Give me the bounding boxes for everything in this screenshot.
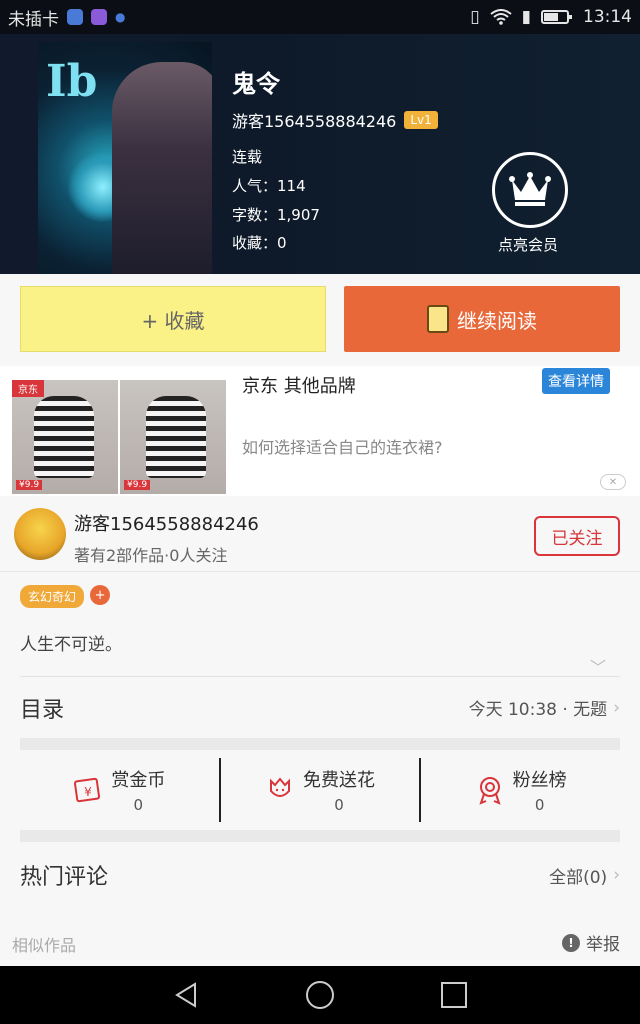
catalog-row[interactable]: 目录 今天 10:38 · 无题 ›	[20, 676, 620, 738]
divider	[20, 738, 620, 750]
report-button[interactable]: ! 举报	[562, 930, 620, 955]
reward-value: 0	[133, 796, 144, 814]
report-label: 举报	[586, 935, 620, 955]
flower-icon	[270, 777, 290, 797]
message-icon: ●	[115, 10, 126, 24]
vip-label[interactable]: 点亮会员	[498, 234, 558, 255]
chevron-right-icon: ›	[613, 865, 620, 885]
warning-icon: !	[562, 933, 580, 952]
medal-icon	[479, 777, 501, 805]
latest-chapter-text: 今天 10:38 · 无题	[468, 700, 608, 720]
ad-product-photo-2: ¥9.9	[120, 380, 226, 494]
fan-ranking-value: 0	[534, 796, 545, 814]
similar-works-label: 相似作品	[12, 936, 77, 955]
sim-icon: ▮	[521, 7, 531, 27]
continue-reading-label: 继续阅读	[457, 308, 537, 333]
ad-image[interactable]: 京东 ¥9.9 ¥9.9	[12, 380, 226, 494]
vibrate-icon: ▯	[470, 7, 480, 27]
flower-value: 0	[334, 796, 344, 814]
jd-tag: 京东	[12, 380, 44, 397]
ad-price-2: ¥9.9	[124, 480, 151, 490]
system-nav-bar	[0, 966, 640, 1024]
clock-text: 13:14	[583, 7, 632, 27]
red-envelope-icon: ¥	[74, 777, 101, 803]
author-name: 游客1564558884246	[232, 112, 397, 131]
ad-close-icon[interactable]: ✕	[600, 474, 626, 490]
catalog-title: 目录	[20, 697, 65, 723]
collection-stat: 收藏：0	[232, 234, 287, 252]
book-cover[interactable]: Ib	[38, 42, 212, 274]
cover-logo: Ib	[46, 56, 98, 107]
flower-label: 免费送花	[303, 770, 375, 791]
reward-label: 赏金币	[111, 770, 166, 791]
divider	[20, 830, 620, 842]
hot-comments-title: 热门评论	[20, 865, 109, 890]
word-count-stat: 字数：1,907	[232, 206, 320, 224]
book-icon	[427, 305, 449, 333]
author-card-name: 游客1564558884246	[74, 514, 259, 535]
send-flower-button[interactable]: 免费送花 0	[218, 758, 420, 822]
author-card-stats: 著有2部作品·0人关注	[74, 546, 228, 565]
collect-button[interactable]: + 收藏	[20, 286, 326, 352]
chevron-down-icon[interactable]: ﹀	[590, 654, 606, 678]
carrier-text: 未插卡	[8, 9, 59, 30]
vip-crown-button[interactable]	[492, 152, 568, 228]
action-buttons: + 收藏 继续阅读	[20, 286, 620, 352]
ad-banner[interactable]: 京东 ¥9.9 ¥9.9 京东 其他品牌 如何选择适合自己的连衣裙? 查看详情 …	[0, 366, 640, 496]
rewards-row: ¥ 赏金币 0 免费送花 0 粉丝榜 0	[20, 758, 620, 822]
status-bar: 未插卡 ● ▯ ▮ 13:14	[0, 0, 640, 34]
fan-ranking-label: 粉丝榜	[512, 770, 567, 791]
home-icon[interactable]	[304, 979, 336, 1011]
ad-title: 京东 其他品牌	[242, 376, 356, 397]
chevron-right-icon: ›	[613, 697, 620, 718]
add-tag-button[interactable]: +	[90, 585, 111, 605]
book-title: 鬼令	[232, 70, 280, 98]
ad-product-photo-1: ¥9.9	[12, 380, 118, 494]
app-notification-icon	[91, 9, 107, 25]
svg-text:¥: ¥	[85, 785, 93, 799]
striped-dress-image	[146, 396, 206, 478]
reward-coins-button[interactable]: ¥ 赏金币 0	[20, 758, 219, 822]
continue-reading-button[interactable]: 继续阅读	[344, 286, 620, 352]
ad-description: 如何选择适合自己的连衣裙?	[242, 438, 443, 457]
book-intro: 人生不可逆。	[20, 635, 122, 655]
genre-tag[interactable]: 玄幻奇幻	[20, 585, 85, 608]
author-row[interactable]: 游客1564558884246 Lv1	[232, 108, 438, 132]
author-card[interactable]: 游客1564558884246 著有2部作品·0人关注 已关注	[0, 500, 640, 572]
fan-ranking-button[interactable]: 粉丝榜 0	[419, 758, 620, 822]
popularity-stat: 人气：114	[232, 177, 306, 195]
striped-dress-image	[34, 396, 94, 478]
follow-button[interactable]: 已关注	[534, 516, 620, 556]
crown-icon	[509, 172, 551, 206]
all-comments-link[interactable]: 全部(0) ›	[549, 863, 620, 888]
view-details-button[interactable]: 查看详情	[542, 368, 610, 394]
book-header: Ib 鬼令 游客1564558884246 Lv1 连载 人气：114 字数：1…	[0, 34, 640, 274]
level-badge: Lv1	[404, 111, 438, 129]
location-icon	[67, 9, 83, 25]
latest-chapter: 今天 10:38 · 无题 ›	[468, 695, 620, 721]
cover-character-art	[112, 62, 212, 274]
recents-icon[interactable]	[439, 980, 469, 1010]
hot-comments-row[interactable]: 热门评论 全部(0) ›	[20, 846, 620, 904]
avatar[interactable]	[14, 508, 66, 560]
serial-status: 连载	[232, 148, 263, 166]
ad-price-1: ¥9.9	[16, 480, 43, 490]
wifi-icon	[490, 9, 512, 25]
all-comments-text: 全部(0)	[549, 867, 608, 888]
genre-tags: 玄幻奇幻 +	[20, 585, 111, 608]
battery-icon	[541, 10, 572, 24]
back-icon[interactable]	[171, 980, 201, 1010]
